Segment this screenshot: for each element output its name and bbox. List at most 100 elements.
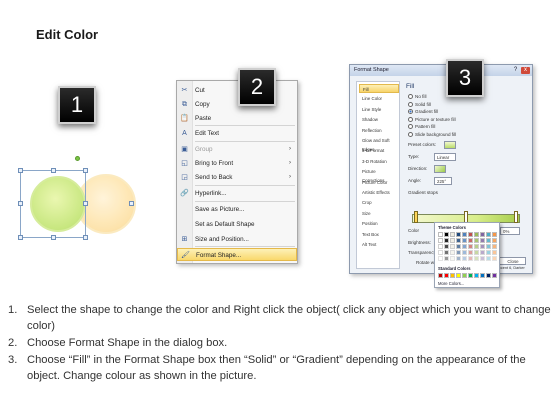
rotation-handle[interactable] (75, 156, 80, 161)
theme-color-swatch[interactable] (438, 232, 443, 237)
nav-item-picture-corrections[interactable]: Picture Corrections (359, 167, 399, 183)
standard-color-swatch[interactable] (492, 273, 497, 278)
theme-color-swatch[interactable] (456, 244, 461, 249)
theme-color-swatch[interactable] (438, 256, 443, 261)
menu-item-save-as-picture[interactable]: Save as Picture... (177, 203, 297, 216)
theme-color-swatch[interactable] (474, 232, 479, 237)
theme-color-swatch[interactable] (456, 256, 461, 261)
theme-color-swatch[interactable] (444, 238, 449, 243)
theme-color-swatch[interactable] (462, 244, 467, 249)
theme-color-swatch[interactable] (456, 238, 461, 243)
theme-color-swatch[interactable] (462, 250, 467, 255)
menu-item-set-as-default-shape[interactable]: Set as Default Shape (177, 218, 297, 231)
theme-color-swatch[interactable] (468, 250, 473, 255)
theme-color-swatch[interactable] (480, 256, 485, 261)
resize-handle[interactable] (18, 201, 23, 206)
nav-item-reflection[interactable]: Reflection (359, 126, 399, 135)
menu-item-bring-to-front[interactable]: ◱ Bring to Front › (177, 157, 297, 170)
theme-color-swatch[interactable] (474, 256, 479, 261)
theme-color-swatch[interactable] (444, 232, 449, 237)
nav-item-artistic-effects[interactable]: Artistic Effects (359, 188, 399, 197)
theme-color-swatch[interactable] (444, 250, 449, 255)
theme-color-swatch[interactable] (492, 238, 497, 243)
theme-color-swatch[interactable] (444, 244, 449, 249)
nav-item-size[interactable]: Size (359, 209, 399, 218)
resize-handle[interactable] (129, 201, 134, 206)
nav-item-line-color[interactable]: Line Color (359, 94, 399, 103)
preset-colors-dropdown[interactable] (444, 141, 456, 149)
resize-handle[interactable] (83, 235, 88, 240)
resize-handle[interactable] (83, 201, 88, 206)
theme-color-swatch[interactable] (492, 256, 497, 261)
nav-item-glow-and-soft-edges[interactable]: Glow and Soft Edges (359, 136, 399, 152)
theme-color-swatch[interactable] (456, 232, 461, 237)
nav-item-picture-color[interactable]: Picture Color (359, 178, 399, 187)
menu-item-cut[interactable]: ✂ Cut (177, 84, 297, 97)
theme-color-swatch[interactable] (474, 238, 479, 243)
theme-color-swatch[interactable] (450, 244, 455, 249)
angle-input[interactable]: 225° (434, 177, 452, 185)
theme-color-swatch[interactable] (480, 238, 485, 243)
standard-color-swatch[interactable] (444, 273, 449, 278)
standard-color-swatch[interactable] (438, 273, 443, 278)
fill-option-radio[interactable]: Slide background fill (408, 131, 456, 138)
theme-color-swatch[interactable] (462, 232, 467, 237)
menu-item-send-to-back[interactable]: ◲ Send to Back › (177, 171, 297, 184)
theme-color-swatch[interactable] (486, 238, 491, 243)
menu-item-group[interactable]: ▣ Group › (177, 143, 297, 156)
resize-handle[interactable] (18, 235, 23, 240)
standard-color-swatch[interactable] (462, 273, 467, 278)
nav-item-3-d-rotation[interactable]: 3-D Rotation (359, 157, 399, 166)
theme-color-swatch[interactable] (438, 244, 443, 249)
nav-item-text-box[interactable]: Text Box (359, 230, 399, 239)
theme-color-swatch[interactable] (468, 256, 473, 261)
theme-color-swatch[interactable] (438, 250, 443, 255)
nav-item-shadow[interactable]: Shadow (359, 115, 399, 124)
fill-option-radio[interactable]: Gradient fill (408, 108, 438, 115)
theme-color-swatch[interactable] (468, 244, 473, 249)
theme-color-swatch[interactable] (474, 244, 479, 249)
menu-item-edit-text[interactable]: A Edit Text (177, 127, 297, 140)
theme-color-swatch[interactable] (456, 250, 461, 255)
resize-handle[interactable] (51, 168, 56, 173)
menu-item-size-and-position[interactable]: ⊞ Size and Position... (177, 233, 297, 246)
standard-color-swatch[interactable] (474, 273, 479, 278)
nav-item-alt-text[interactable]: Alt Text (359, 240, 399, 249)
standard-color-swatch[interactable] (480, 273, 485, 278)
gradient-stop[interactable] (514, 211, 518, 223)
position-input[interactable]: 0% (500, 227, 520, 235)
theme-color-swatch[interactable] (480, 244, 485, 249)
theme-color-swatch[interactable] (474, 250, 479, 255)
direction-dropdown[interactable] (434, 165, 446, 173)
theme-color-swatch[interactable] (444, 256, 449, 261)
more-colors-link[interactable]: More Colors... (438, 281, 464, 286)
theme-color-swatch[interactable] (492, 232, 497, 237)
theme-color-swatch[interactable] (450, 250, 455, 255)
theme-color-swatch[interactable] (492, 250, 497, 255)
standard-color-swatch[interactable] (468, 273, 473, 278)
resize-handle[interactable] (83, 168, 88, 173)
theme-color-swatch[interactable] (486, 244, 491, 249)
nav-item-position[interactable]: Position (359, 219, 399, 228)
theme-color-swatch[interactable] (450, 238, 455, 243)
help-button[interactable]: ? (511, 67, 520, 74)
theme-color-swatch[interactable] (462, 238, 467, 243)
close-icon[interactable]: x (521, 67, 530, 74)
theme-color-swatch[interactable] (468, 238, 473, 243)
menu-item-copy[interactable]: ⧉ Copy (177, 98, 297, 111)
theme-color-swatch[interactable] (492, 244, 497, 249)
standard-color-swatch[interactable] (456, 273, 461, 278)
theme-color-swatch[interactable] (480, 250, 485, 255)
theme-color-swatch[interactable] (450, 232, 455, 237)
menu-item-format-shape[interactable]: 🖌 Format Shape... (177, 248, 297, 261)
resize-handle[interactable] (51, 235, 56, 240)
theme-color-swatch[interactable] (468, 232, 473, 237)
theme-color-swatch[interactable] (438, 238, 443, 243)
fill-option-radio[interactable]: Solid fill (408, 101, 431, 108)
menu-item-hyperlink[interactable]: 🔗 Hyperlink... (177, 187, 297, 200)
resize-handle[interactable] (18, 168, 23, 173)
nav-item-fill[interactable]: Fill (359, 84, 399, 93)
nav-item-3-d-format[interactable]: 3-D Format (359, 146, 399, 155)
standard-color-swatch[interactable] (486, 273, 491, 278)
theme-color-swatch[interactable] (486, 250, 491, 255)
